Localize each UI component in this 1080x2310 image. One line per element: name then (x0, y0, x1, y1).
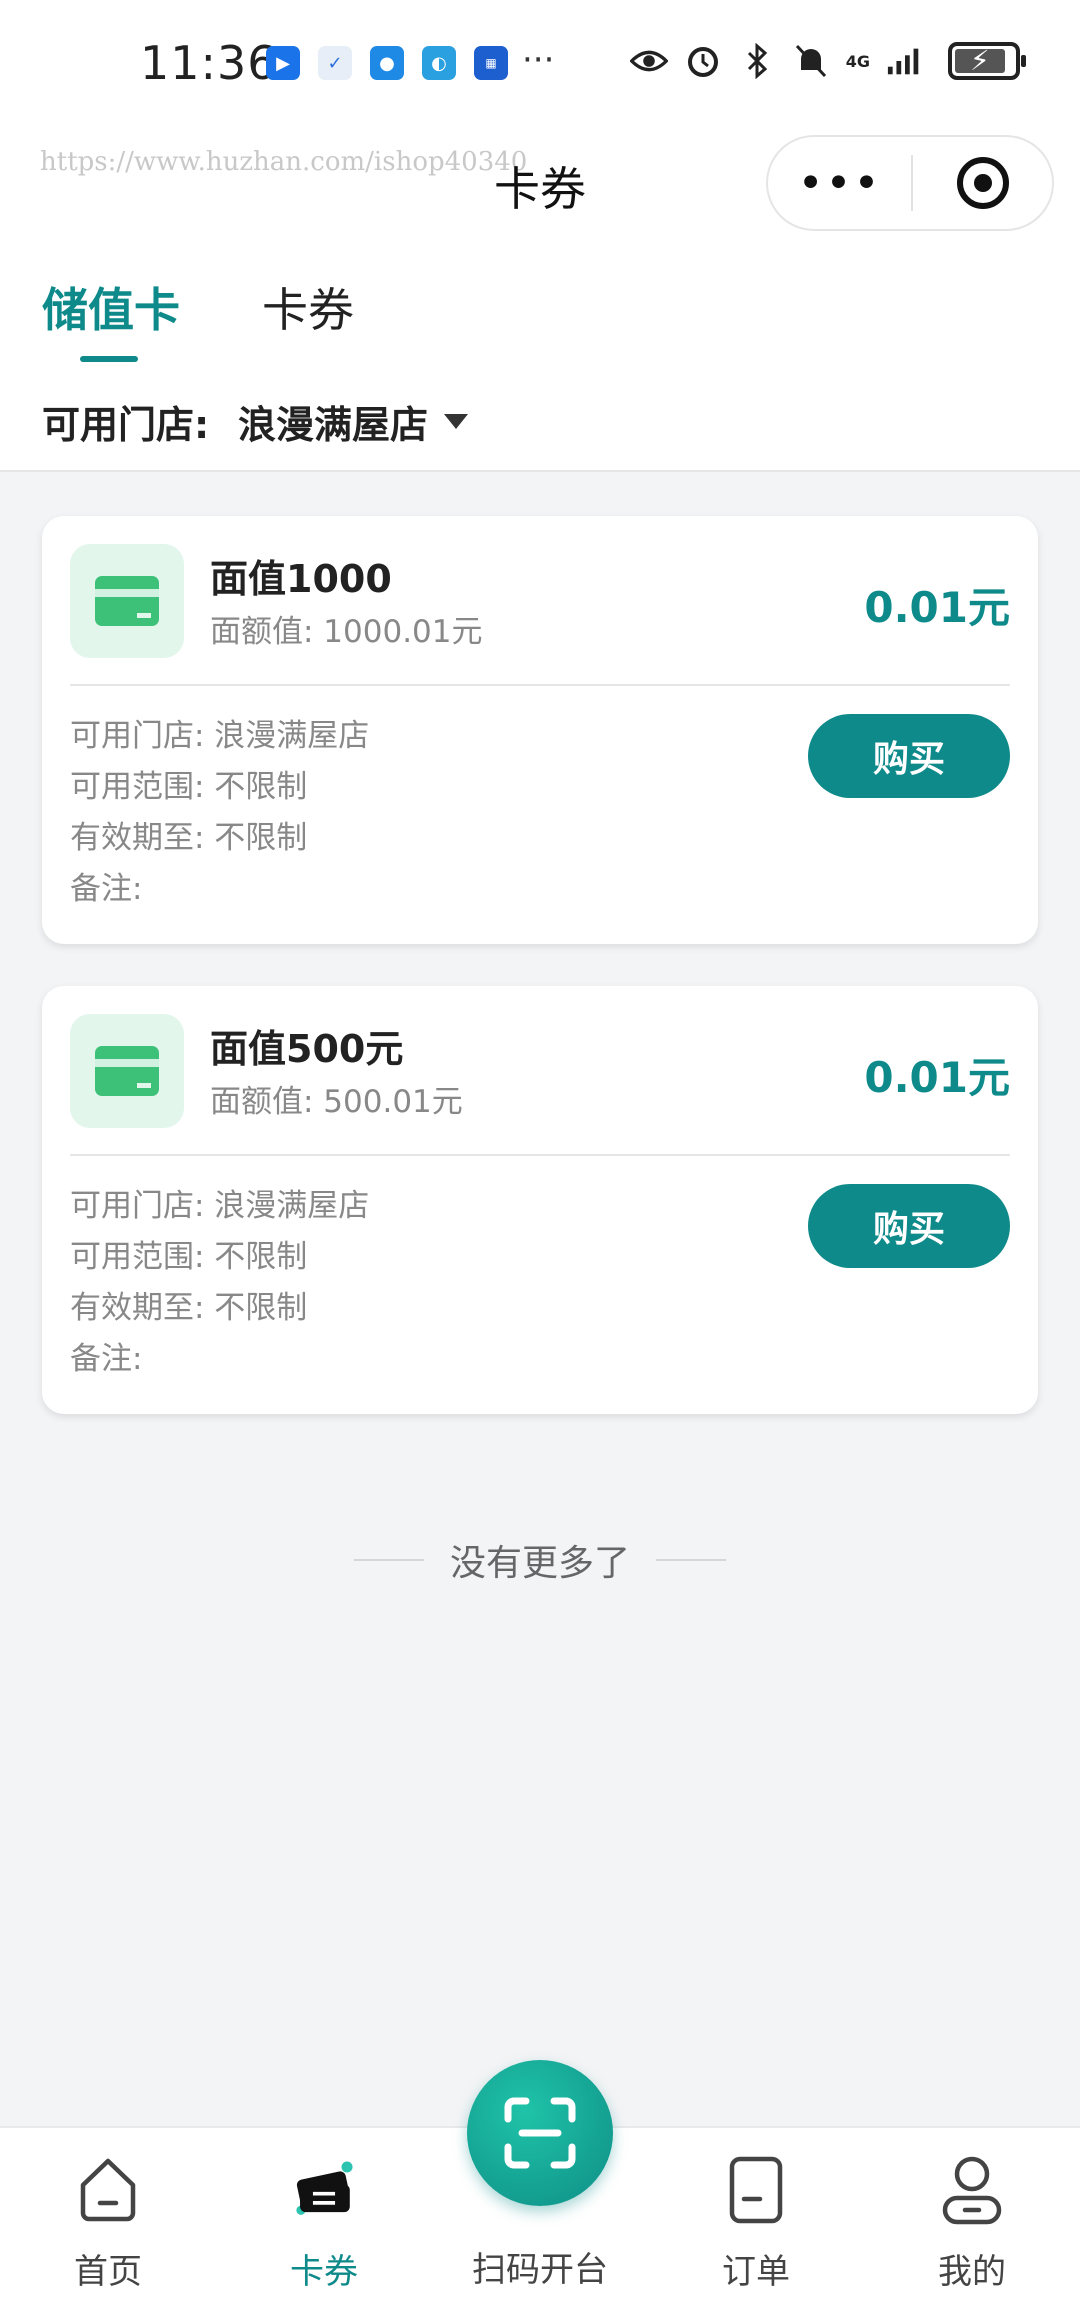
list-end-text: 没有更多了 (449, 1543, 630, 1584)
more-notifications-icon: ··· (522, 40, 555, 80)
user-icon (937, 2152, 1007, 2228)
tab-stored-value-card[interactable]: 储值卡 (42, 274, 180, 340)
category-tabs: 储值卡 卡券 (0, 240, 1080, 380)
home-icon (73, 2152, 143, 2228)
card-divider (70, 1154, 1010, 1156)
card-item: 面值1000 面额值: 1000.01元 0.01元 可用门店: 浪漫满屋店 可… (42, 516, 1038, 944)
store-filter-value[interactable]: 浪漫满屋店 (238, 394, 428, 449)
buy-button[interactable]: 购买 (808, 714, 1010, 798)
credit-card-icon (95, 576, 159, 626)
store-filter-label: 可用门店: (42, 403, 210, 447)
caret-down-icon[interactable] (444, 414, 468, 429)
nav-header: https://www.huzhan.com/ishop40340 卡券 ••• (0, 125, 1080, 240)
notification-icons: ▶ ✓ ● ◐ ▦ (266, 46, 508, 80)
message-icon: ● (370, 46, 404, 80)
card-name: 面值1000 (210, 557, 392, 601)
page: 11:36 ▶ ✓ ● ◐ ▦ ··· 4G ⚡ https://www.huz… (0, 0, 1080, 2310)
card-note: 备注: (70, 871, 143, 907)
network-type: 4G (845, 51, 870, 71)
card-store: 可用门店: 浪漫满屋店 (70, 1188, 370, 1224)
card-icon-badge (70, 544, 184, 658)
status-bar: 11:36 ▶ ✓ ● ◐ ▦ ··· 4G ⚡ (0, 0, 1080, 125)
card-face-value: 面额值: 500.01元 (210, 1084, 463, 1120)
signal-icon (886, 42, 924, 80)
more-menu-button[interactable]: ••• (768, 158, 911, 209)
tabbar-mine-label: 我的 (938, 2252, 1006, 2292)
tabbar-orders-label: 订单 (722, 2252, 790, 2292)
alarm-icon (684, 42, 722, 80)
ticket-icon (289, 2152, 359, 2228)
scan-open-table-button[interactable] (467, 2060, 613, 2206)
system-icons: 4G ⚡ (629, 42, 1026, 80)
card-item: 面值500元 面额值: 500.01元 0.01元 可用门店: 浪漫满屋店 可用… (42, 986, 1038, 1414)
store-filter[interactable]: 可用门店: 浪漫满屋店 (0, 380, 1080, 472)
mute-bell-icon (792, 42, 830, 80)
card-expiry: 有效期至: 不限制 (70, 820, 308, 856)
divider-line (353, 1559, 424, 1561)
battery-icon: ⚡ (948, 42, 1026, 80)
bluetooth-icon (738, 42, 776, 80)
card-scope: 可用范围: 不限制 (70, 1239, 308, 1275)
tabbar-mine[interactable]: 我的 (872, 2128, 1072, 2310)
divider-line (656, 1559, 726, 1561)
card-price: 0.01元 (864, 1053, 1010, 1102)
close-miniprogram-button[interactable] (913, 157, 1052, 209)
card-icon-badge (70, 1014, 184, 1128)
shield-app-icon: ✓ (318, 46, 352, 80)
feishu-icon: ▶ (266, 46, 300, 80)
active-tab-indicator (80, 356, 138, 362)
card-face-value: 面额值: 1000.01元 (210, 614, 483, 650)
card-expiry: 有效期至: 不限制 (70, 1290, 308, 1326)
card-divider (70, 684, 1010, 686)
card-note: 备注: (70, 1341, 143, 1377)
buy-button[interactable]: 购买 (808, 1184, 1010, 1268)
card-scope: 可用范围: 不限制 (70, 769, 308, 805)
list-end-indicator: 没有更多了 (0, 1534, 1080, 1586)
tabbar-scan-label: 扫码开台 (472, 2250, 608, 2290)
tabbar-coupons[interactable]: 卡券 (224, 2128, 424, 2310)
card-name: 面值500元 (210, 1027, 404, 1071)
tabbar-coupons-label: 卡券 (290, 2252, 358, 2292)
browser-icon: ◐ (422, 46, 456, 80)
scan-icon (504, 2097, 576, 2169)
card-store: 可用门店: 浪漫满屋店 (70, 718, 370, 754)
miniprogram-capsule: ••• (766, 135, 1054, 231)
status-time: 11:36 (140, 36, 278, 90)
order-icon (721, 2152, 791, 2228)
tab-coupons[interactable]: 卡券 (262, 274, 354, 340)
eye-icon (629, 42, 668, 80)
tabbar-orders[interactable]: 订单 (656, 2128, 856, 2310)
card-price: 0.01元 (864, 583, 1010, 632)
app-12123-icon: ▦ (474, 46, 508, 80)
target-icon (956, 157, 1009, 209)
tabbar-home-label: 首页 (74, 2252, 142, 2292)
tabbar-home[interactable]: 首页 (8, 2128, 208, 2310)
credit-card-icon (95, 1046, 159, 1096)
